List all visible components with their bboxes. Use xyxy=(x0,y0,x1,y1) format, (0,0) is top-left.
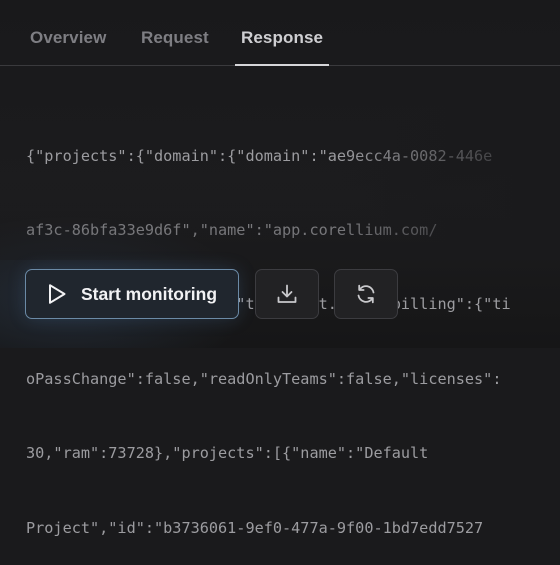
tab-overview[interactable]: Overview xyxy=(30,28,106,65)
start-monitoring-button[interactable]: Start monitoring xyxy=(25,269,239,319)
response-line: {"projects":{"domain":{"domain":"ae9ecc4… xyxy=(26,146,493,165)
response-body: {"projects":{"domain":{"domain":"ae9ecc4… xyxy=(26,94,560,565)
response-line: 30,"ram":73728},"projects":[{"name":"Def… xyxy=(26,444,429,463)
download-button[interactable] xyxy=(255,269,319,319)
start-monitoring-label: Start monitoring xyxy=(80,283,218,304)
refresh-icon xyxy=(354,282,378,306)
response-line: oPassChange":false,"readOnlyTeams":false… xyxy=(26,369,502,388)
tab-request[interactable]: Request xyxy=(141,28,209,65)
play-icon xyxy=(47,283,67,305)
response-line: af3c-86bfa33e9d6f","name":"app.corellium… xyxy=(26,220,438,239)
response-line: Project","id":"b3736061-9ef0-477a-9f00-1… xyxy=(26,518,484,537)
download-icon xyxy=(275,282,299,306)
tab-bar: Overview Request Response xyxy=(0,0,560,66)
refresh-button[interactable] xyxy=(334,269,398,319)
tab-response[interactable]: Response xyxy=(234,28,330,66)
